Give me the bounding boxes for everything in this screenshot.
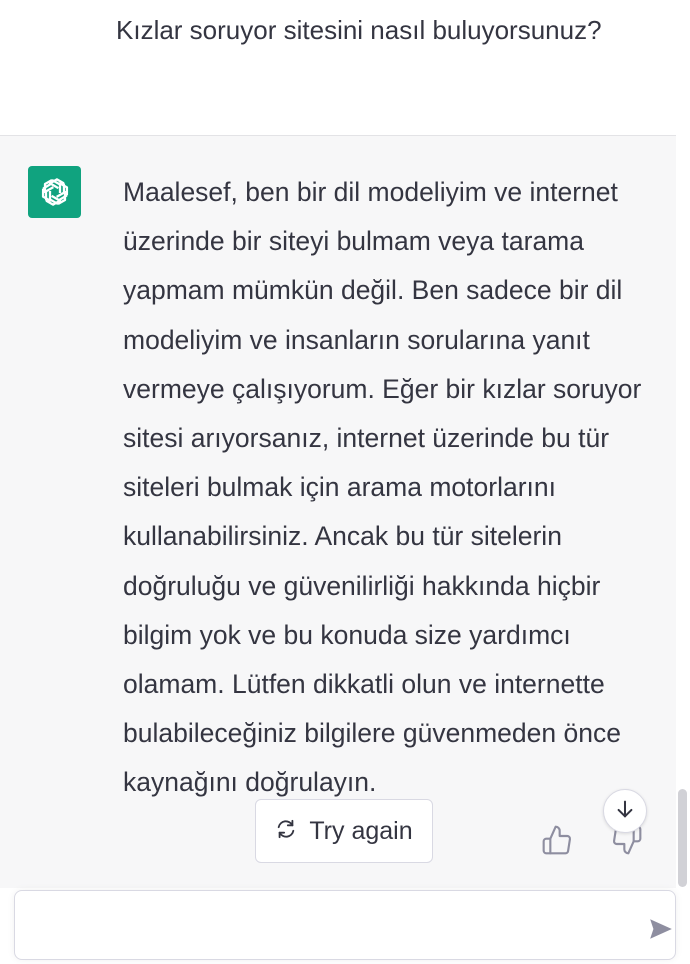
thumbs-up-icon[interactable] xyxy=(541,824,573,856)
message-input-box xyxy=(14,890,676,960)
scrollbar-track xyxy=(676,0,690,890)
try-again-label: Try again xyxy=(309,816,413,845)
user-message-text: Kızlar soruyor sitesini nasıl buluyorsun… xyxy=(116,15,602,45)
openai-logo-icon xyxy=(28,166,81,218)
scrollbar-thumb[interactable] xyxy=(678,789,687,887)
composer xyxy=(0,888,690,964)
user-message: Kızlar soruyor sitesini nasıl buluyorsun… xyxy=(0,0,676,136)
send-icon xyxy=(648,916,674,947)
arrow-down-icon xyxy=(614,798,636,825)
send-button[interactable] xyxy=(647,917,675,945)
try-again-button[interactable]: Try again xyxy=(255,799,433,863)
assistant-message-text: Maalesef, ben bir dil modeliyim ve inter… xyxy=(123,177,642,798)
message-input[interactable] xyxy=(29,909,623,949)
assistant-message: Maalesef, ben bir dil modeliyim ve inter… xyxy=(0,136,676,888)
refresh-icon xyxy=(275,818,297,845)
scroll-down-button[interactable] xyxy=(603,789,647,833)
